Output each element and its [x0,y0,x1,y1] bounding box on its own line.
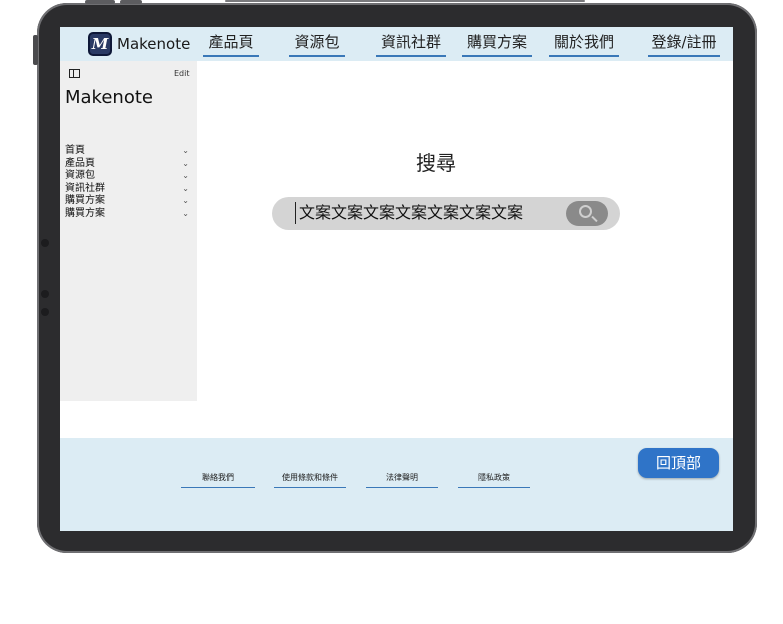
top-edge [225,0,585,2]
sidebar-title: Makenote [65,87,153,108]
sidebar-item-label: 資源包 [65,170,95,181]
footer: 聯絡我們 使用條款和條件 法律聲明 隱私政策 回頂部 [60,438,733,531]
chevron-down-icon: ⌄ [182,158,189,168]
sensor-dot [41,308,49,316]
sidebar-item-product[interactable]: 產品頁 ⌄ [65,158,189,171]
sidebar-edit-button[interactable]: Edit [174,69,190,78]
nav-pricing[interactable]: 購買方案 [462,31,532,57]
volume-button [85,0,115,4]
sidebar-item-pricing[interactable]: 購買方案 ⌄ [65,195,189,208]
footer-privacy-link[interactable]: 隱私政策 [458,472,530,488]
sidebar: Edit Makenote 首頁 ⌄ 產品頁 ⌄ 資源包 ⌄ 資訊社群 ⌄ 購買… [60,61,197,401]
sidebar-item-community[interactable]: 資訊社群 ⌄ [65,183,189,196]
footer-contact-link[interactable]: 聯絡我們 [181,472,255,488]
footer-terms-link[interactable]: 使用條款和條件 [274,472,346,488]
sidebar-item-label: 產品頁 [65,157,95,169]
chevron-down-icon: ⌄ [182,146,189,155]
nav-about[interactable]: 關於我們 [549,31,619,57]
nav-community[interactable]: 資訊社群 [376,31,446,57]
back-to-top-button[interactable]: 回頂部 [638,448,719,478]
top-nav: M Makenote 產品頁 資源包 資訊社群 購買方案 關於我們 登錄/註冊 [60,27,733,61]
chevron-down-icon: ⌄ [182,171,189,180]
search-input[interactable]: 文案文案文案文案文案文案文案 [295,202,523,224]
camera-dot [41,239,49,247]
sidebar-item-label: 資訊社群 [65,182,105,194]
search-bar[interactable]: 文案文案文案文案文案文案文案 [272,197,620,230]
chevron-down-icon: ⌄ [182,196,189,205]
volume-button [120,0,142,4]
search-heading: 搜尋 [416,151,456,175]
sidebar-item-label: 購買方案 [65,195,105,206]
sidebar-menu: 首頁 ⌄ 產品頁 ⌄ 資源包 ⌄ 資訊社群 ⌄ 購買方案 ⌄ 購買方案 ⌄ [65,145,189,220]
logo-icon: M [88,32,112,56]
search-icon [579,205,592,218]
chevron-down-icon: ⌄ [182,183,189,193]
logo-letter: M [91,35,109,53]
app-screen: M Makenote 產品頁 資源包 資訊社群 購買方案 關於我們 登錄/註冊 … [60,27,733,531]
nav-product[interactable]: 產品頁 [203,31,259,57]
nav-resources[interactable]: 資源包 [289,31,345,57]
sidebar-toggle-icon[interactable] [69,69,80,78]
logo[interactable]: M Makenote [88,30,190,58]
side-button [33,35,38,65]
search-button[interactable] [566,201,608,226]
footer-legal-link[interactable]: 法律聲明 [366,472,438,488]
sidebar-item-pricing-2[interactable]: 購買方案 ⌄ [65,208,189,221]
sidebar-item-label: 首頁 [65,145,85,156]
chevron-down-icon: ⌄ [182,208,189,218]
sidebar-item-resources[interactable]: 資源包 ⌄ [65,170,189,183]
sensor-dot [41,290,49,298]
sidebar-item-label: 購買方案 [65,207,105,219]
nav-login-register[interactable]: 登錄/註冊 [648,31,720,57]
brand-name: Makenote [117,35,191,53]
sidebar-item-home[interactable]: 首頁 ⌄ [65,145,189,158]
